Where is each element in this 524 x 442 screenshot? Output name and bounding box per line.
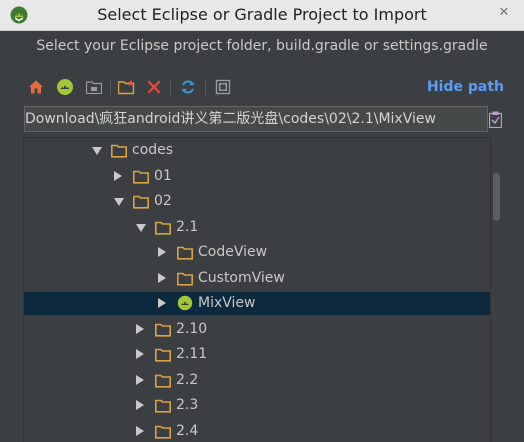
tree-row-02[interactable]: 02 [24, 190, 490, 213]
collapse-arrow-icon[interactable] [158, 298, 166, 308]
collapse-arrow-icon[interactable] [136, 375, 144, 385]
tree-row-label: CustomView [198, 267, 285, 290]
close-icon: ✕ [499, 5, 510, 20]
collapse-arrow-icon[interactable] [114, 171, 122, 181]
android-module-icon [177, 295, 193, 309]
delete-button[interactable] [144, 76, 164, 98]
folder-icon [155, 220, 171, 234]
tree-row-label: MixView [198, 292, 255, 315]
folder-icon [133, 194, 149, 208]
folder-icon [111, 143, 127, 157]
toolbar-separator [110, 79, 111, 95]
tree-row-label: codes [132, 139, 173, 162]
folder-icon [155, 347, 171, 361]
delete-icon [147, 80, 161, 94]
path-input[interactable]: Download\疯狂android讲义第二版光盘\codes\02\2.1\M… [24, 106, 488, 132]
folder-icon [177, 245, 193, 259]
tree-row-label: 2.11 [176, 343, 207, 366]
project-home-button[interactable] [55, 76, 75, 98]
tree-row-label: 2.10 [176, 318, 207, 341]
new-folder-button[interactable] [117, 76, 137, 98]
folder-icon [155, 373, 171, 387]
tree-row-2-4[interactable]: 2.4 [24, 420, 490, 442]
expand-arrow-icon[interactable] [136, 224, 146, 232]
clipboard-icon [489, 111, 502, 128]
expand-arrow-icon[interactable] [114, 198, 124, 206]
tree-scrollbar[interactable] [490, 137, 504, 441]
new-folder-icon [118, 79, 136, 95]
module-button[interactable] [84, 76, 104, 98]
tree-row-2-10[interactable]: 2.10 [24, 318, 490, 341]
show-hidden-button[interactable] [213, 76, 233, 98]
path-history-button[interactable] [486, 108, 504, 130]
refresh-icon [180, 79, 196, 95]
home-button[interactable] [26, 76, 46, 98]
tree-row-label: CodeView [198, 241, 267, 264]
tree-row-codes[interactable]: codes [24, 139, 490, 162]
tree-row-label: 02 [154, 190, 172, 213]
tree-row-mixview[interactable]: MixView [24, 292, 490, 315]
tree-row-label: 2.3 [176, 394, 198, 417]
collapse-arrow-icon[interactable] [136, 426, 144, 436]
dialog-instructions: Select your Eclipse project folder, buil… [0, 38, 524, 54]
close-button[interactable]: ✕ [490, 3, 518, 23]
folder-icon [133, 169, 149, 183]
title-bar: Select Eclipse or Gradle Project to Impo… [0, 0, 524, 31]
show-hidden-icon [215, 79, 231, 95]
file-tree[interactable]: codes 01022.1CodeView CustomViewMixView 2.1… [23, 137, 491, 442]
folder-icon [155, 424, 171, 438]
collapse-arrow-icon[interactable] [136, 324, 144, 334]
module-folder-icon [86, 80, 102, 94]
folder-icon [155, 322, 171, 336]
folder-icon [155, 398, 171, 412]
collapse-arrow-icon[interactable] [136, 349, 144, 359]
tree-row-label: 2.1 [176, 216, 198, 239]
window-title: Select Eclipse or Gradle Project to Impo… [0, 0, 524, 30]
tree-row-label: 01 [154, 165, 172, 188]
tree-row-codeview[interactable]: CodeView [24, 241, 490, 264]
tree-row-label: 2.4 [176, 420, 198, 442]
collapse-arrow-icon[interactable] [136, 400, 144, 410]
folder-icon [177, 271, 193, 285]
toolbar-separator [170, 79, 171, 95]
expand-arrow-icon[interactable] [92, 147, 102, 155]
tree-row-customview[interactable]: CustomView [24, 267, 490, 290]
hide-path-link[interactable]: Hide path [427, 79, 504, 95]
scrollbar-thumb[interactable] [493, 173, 500, 221]
collapse-arrow-icon[interactable] [158, 273, 166, 283]
path-input-value: Download\疯狂android讲义第二版光盘\codes\02\2.1\M… [25, 111, 436, 127]
tree-row-2-1[interactable]: 2.1 [24, 216, 490, 239]
android-project-icon [56, 78, 74, 96]
refresh-button[interactable] [178, 76, 198, 98]
collapse-arrow-icon[interactable] [158, 247, 166, 257]
tree-row-2-11[interactable]: 2.11 [24, 343, 490, 366]
tree-row-2-2[interactable]: 2.2 [24, 369, 490, 392]
home-icon [28, 79, 44, 95]
tree-row-01[interactable]: 01 [24, 165, 490, 188]
toolbar-separator [205, 79, 206, 95]
tree-row-2-3[interactable]: 2.3 [24, 394, 490, 417]
tree-row-label: 2.2 [176, 369, 198, 392]
